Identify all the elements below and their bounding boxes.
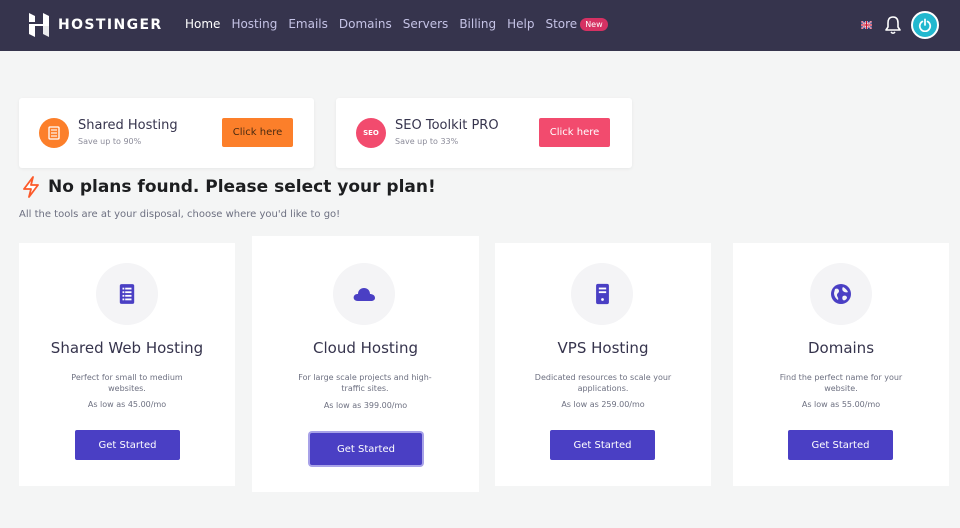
hostinger-logo[interactable]: HOSTINGER	[29, 13, 163, 37]
power-icon	[918, 18, 932, 32]
plan-title: Cloud Hosting	[313, 339, 418, 357]
promo-title: SEO Toolkit PRO	[395, 118, 499, 133]
shared-hosting-icon	[119, 284, 135, 304]
page-subtitle: All the tools are at your disposal, choo…	[19, 209, 341, 220]
power-avatar-button[interactable]	[911, 11, 939, 39]
nav-actions	[861, 11, 939, 39]
nav-item-store-label: Store	[545, 17, 578, 31]
plan-icon-container	[333, 263, 395, 325]
plan-icon-container	[571, 263, 633, 325]
plan-description: Perfect for small to medium websites.	[71, 373, 183, 393]
cloud-hosting-get-started-button[interactable]: Get Started	[310, 433, 422, 465]
main-menu: Home Hosting Emails Domains Servers Bill…	[185, 17, 619, 31]
plan-card-shared-web-hosting: Shared Web Hosting Perfect for small to …	[19, 243, 235, 486]
plan-price: As low as 45.00/mo	[87, 400, 167, 409]
hostinger-logo-icon	[29, 13, 49, 37]
vps-hosting-get-started-button[interactable]: Get Started	[550, 430, 655, 460]
vps-server-icon	[595, 283, 609, 305]
plan-card-domains: Domains Find the perfect name for your w…	[733, 243, 949, 486]
promo-card-seo-toolkit: SEO SEO Toolkit PRO Save up to 33% Click…	[336, 98, 632, 168]
page-title: No plans found. Please select your plan!	[48, 177, 436, 197]
nav-item-store[interactable]: Store New	[545, 17, 608, 31]
plan-price: As low as 55.00/mo	[801, 400, 881, 409]
globe-icon	[831, 284, 851, 304]
seo-toolkit-click-here-button[interactable]: Click here	[539, 118, 610, 147]
plan-title: VPS Hosting	[557, 339, 649, 357]
plan-card-cloud-hosting: Cloud Hosting For large scale projects a…	[252, 236, 479, 492]
nav-item-hosting[interactable]: Hosting	[231, 17, 277, 31]
plan-card-vps-hosting: VPS Hosting Dedicated resources to scale…	[495, 243, 711, 486]
nav-item-servers[interactable]: Servers	[403, 17, 449, 31]
brand-name: HOSTINGER	[58, 17, 163, 33]
plan-price: As low as 399.00/mo	[323, 401, 408, 410]
lightning-icon	[23, 176, 39, 198]
plan-description: For large scale projects and high-traffi…	[298, 373, 432, 393]
seo-icon: SEO	[356, 118, 386, 148]
bell-icon[interactable]	[884, 15, 902, 35]
new-badge: New	[580, 18, 608, 31]
nav-item-domains[interactable]: Domains	[339, 17, 392, 31]
shared-hosting-click-here-button[interactable]: Click here	[222, 118, 293, 147]
plan-description: Find the perfect name for your website.	[779, 373, 903, 393]
plan-icon-container	[96, 263, 158, 325]
plan-description: Dedicated resources to scale your applic…	[534, 373, 672, 393]
plan-title: Domains	[807, 339, 875, 357]
plan-price: As low as 259.00/mo	[561, 400, 645, 409]
shared-hosting-get-started-button[interactable]: Get Started	[75, 430, 180, 460]
nav-item-home[interactable]: Home	[185, 17, 220, 31]
top-navbar: HOSTINGER Home Hosting Emails Domains Se…	[0, 0, 960, 51]
domains-get-started-button[interactable]: Get Started	[788, 430, 893, 460]
promo-subtitle: Save up to 90%	[78, 137, 142, 146]
plan-title: Shared Web Hosting	[50, 339, 204, 357]
nav-item-billing[interactable]: Billing	[459, 17, 496, 31]
promo-title: Shared Hosting	[78, 118, 178, 133]
promo-card-shared-hosting: Shared Hosting Save up to 90% Click here	[19, 98, 314, 168]
promo-subtitle: Save up to 33%	[395, 137, 459, 146]
cloud-icon	[353, 288, 375, 301]
plan-icon-container	[810, 263, 872, 325]
page-heading: No plans found. Please select your plan!	[21, 176, 436, 198]
uk-flag-icon[interactable]	[861, 21, 872, 29]
nav-item-help[interactable]: Help	[507, 17, 534, 31]
server-icon	[48, 126, 60, 140]
promo-icon-shared	[39, 118, 69, 148]
nav-item-emails[interactable]: Emails	[288, 17, 328, 31]
